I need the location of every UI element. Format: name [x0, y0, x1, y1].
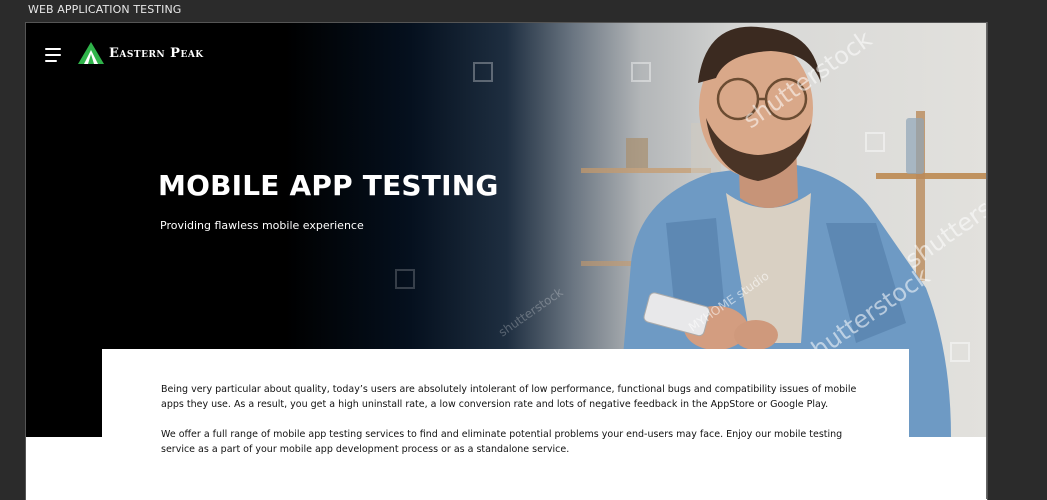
window-edge: [986, 22, 987, 499]
brand-logo[interactable]: Eastern Peak: [78, 42, 204, 64]
window-title: WEB APPLICATION TESTING: [28, 3, 182, 16]
services-paragraph: We offer a full range of mobile app test…: [161, 429, 843, 455]
intro-paragraph: Being very particular about quality, tod…: [161, 384, 857, 410]
mountain-peak-logo-icon: [78, 42, 104, 64]
brand-name: Eastern Peak: [109, 45, 204, 61]
hamburger-menu-icon[interactable]: [45, 48, 63, 62]
content-card: Being very particular about quality, tod…: [102, 349, 909, 500]
page-title: MOBILE APP TESTING: [158, 169, 499, 202]
hero-subtitle: Providing flawless mobile experience: [160, 219, 364, 232]
web-page: shutterstock shutterstock shutterstock s…: [25, 22, 988, 500]
